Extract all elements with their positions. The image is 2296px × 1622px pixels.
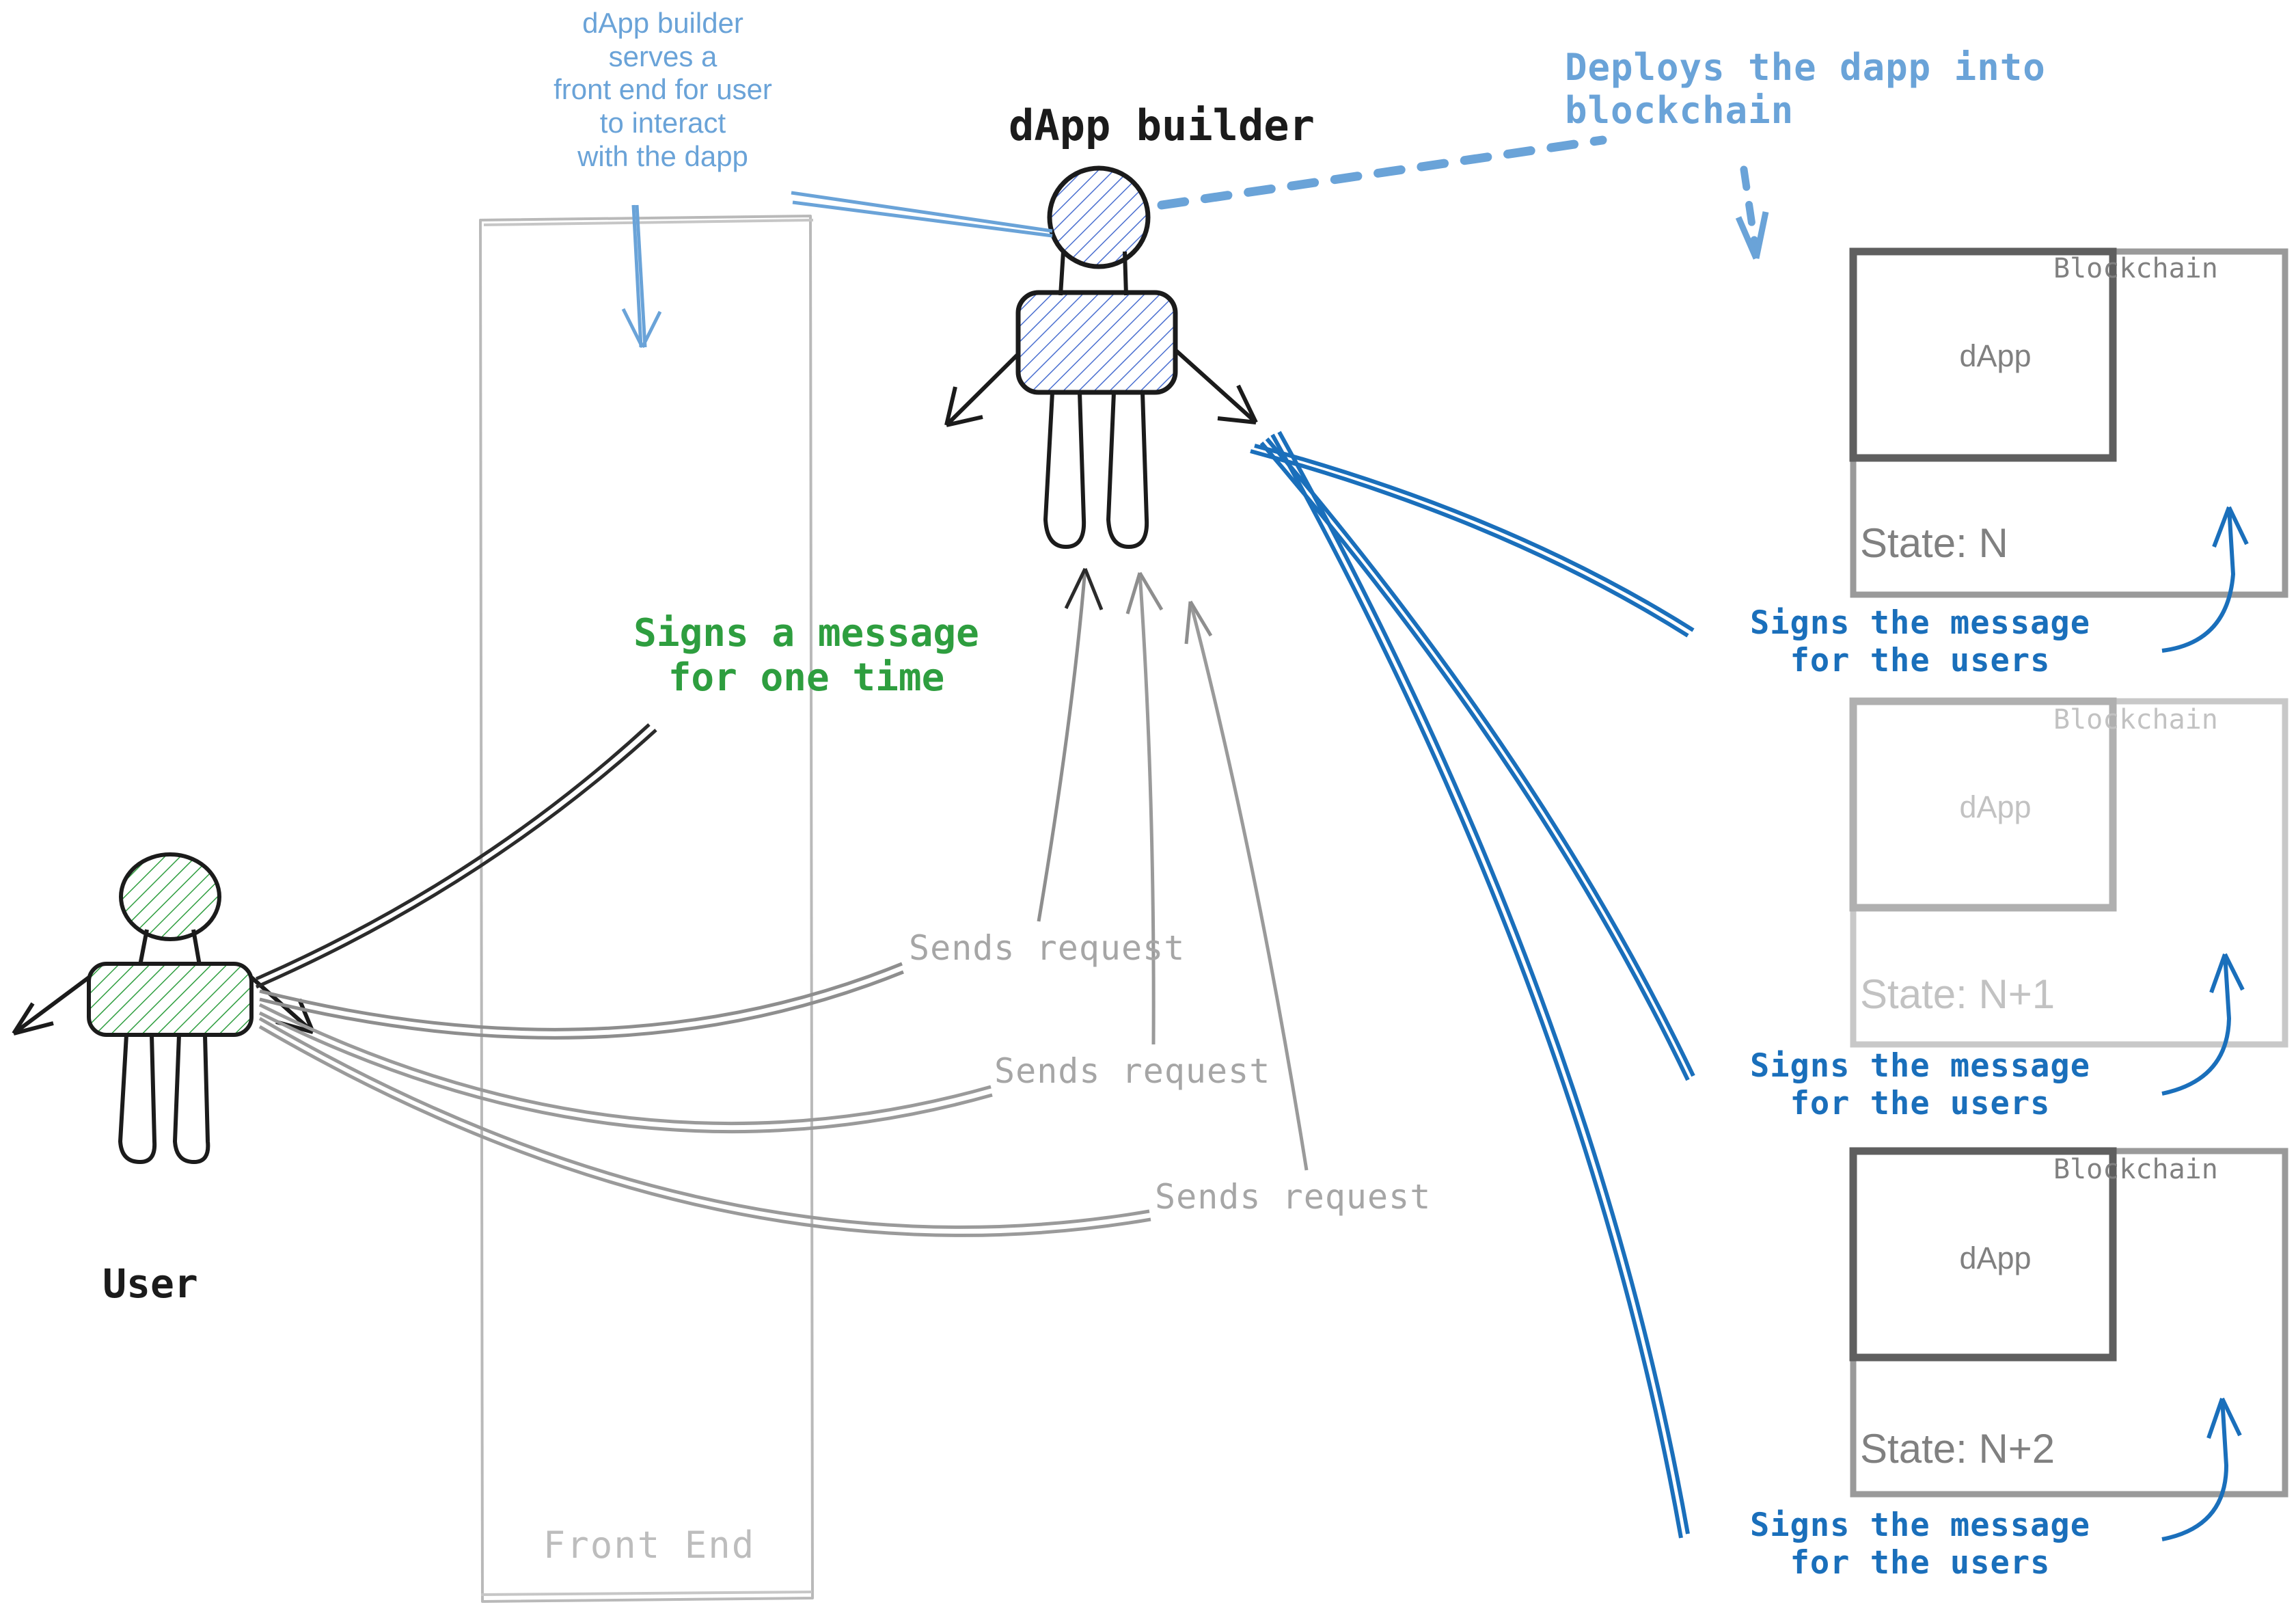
leader-builder-serves-frontend [621,191,1053,349]
blockchain-label-2: Blockchain [2053,704,2218,735]
diagram-canvas: dApp builder serves a front end for user… [0,0,2296,1622]
dapp-inner-label-1: dApp [1959,338,2032,373]
annotation-sends-request-3: Sends request [1155,1177,1432,1217]
state-label-3: State: N+2 [1860,1426,2055,1472]
annotation-signs-for-users-3: Signs the message for the users [1749,1506,2091,1582]
blockchain-label-1: Blockchain [2053,253,2218,284]
front-end-box [479,215,814,1603]
leader-signs-for-users-3 [1270,431,2242,1541]
annotation-sends-request-1: Sends request [909,928,1186,968]
annotation-sends-request-2: Sends request [994,1051,1271,1091]
annotation-builder-serves-frontend: dApp builder serves a front end for user… [554,7,772,172]
annotation-deploys-into-blockchain: Deploys the dapp into blockchain [1565,46,2046,132]
dapp-builder-figure [944,165,1258,550]
leader-signs-for-users-2 [1259,437,2245,1096]
state-label-1: State: N [1860,520,2008,566]
annotation-signs-once: Signs a message for one time [633,611,979,700]
dapp-builder-label: dApp builder [1009,100,1315,150]
leader-deploy-dashed [1157,135,1769,260]
state-label-2: State: N+1 [1860,971,2055,1017]
leader-signs-once [255,723,657,989]
front-end-label: Front End [543,1524,756,1567]
blockchain-label-3: Blockchain [2053,1154,2218,1185]
annotation-signs-for-users-1: Signs the message for the users [1749,604,2091,679]
dapp-inner-label-3: dApp [1959,1241,2032,1275]
user-label: User [102,1260,198,1307]
annotation-signs-for-users-2: Signs the message for the users [1749,1047,2091,1122]
dapp-inner-label-2: dApp [1959,789,2032,824]
